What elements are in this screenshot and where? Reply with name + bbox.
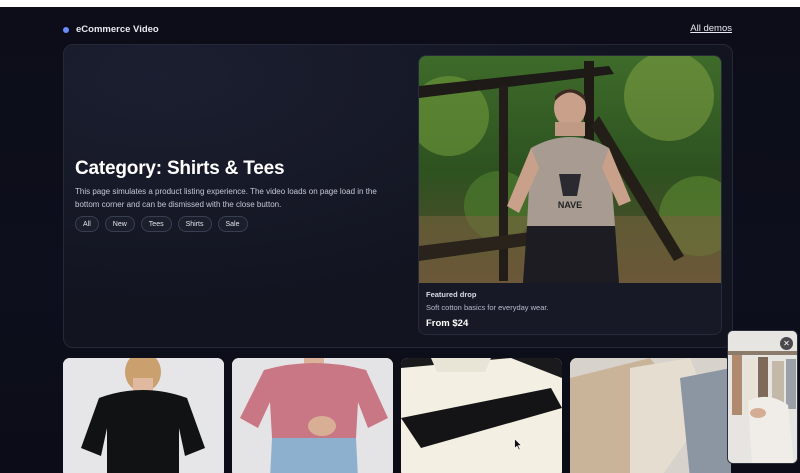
product-image-black-tee	[63, 358, 224, 473]
chip-shirts[interactable]: Shirts	[177, 216, 212, 232]
product-card-folded-tees[interactable]	[401, 358, 562, 473]
page-title: Category: Shirts & Tees	[75, 158, 285, 179]
product-card-knit-shirts[interactable]	[570, 358, 731, 473]
page-viewport: eCommerce Video All demos Category: Shir…	[0, 7, 800, 473]
brand: eCommerce Video	[63, 24, 159, 35]
hero-description: This page simulates a product listing ex…	[75, 187, 377, 209]
product-card-black-tee[interactable]	[63, 358, 224, 473]
video-popup[interactable]: ✕	[727, 330, 798, 464]
featured-product-card[interactable]: NAVE Featured drop Soft cotton basics fo…	[418, 55, 722, 335]
chip-sale[interactable]: Sale	[217, 216, 248, 232]
featured-price: From $24	[426, 318, 469, 329]
product-card-pink-tee[interactable]	[232, 358, 393, 473]
featured-label: Featured drop	[426, 290, 477, 299]
product-image-pink-tee	[232, 358, 393, 473]
mouse-cursor-icon	[514, 438, 523, 451]
brand-name: eCommerce Video	[76, 24, 159, 35]
category-filter-chips: All New Tees Shirts Sale	[75, 216, 248, 232]
featured-description: Soft cotton basics for everyday wear.	[426, 303, 549, 312]
all-demos-link[interactable]: All demos	[690, 23, 732, 34]
video-frame	[728, 331, 797, 463]
chip-tees[interactable]: Tees	[140, 216, 172, 232]
video-close-button[interactable]: ✕	[780, 337, 793, 350]
featured-product-image: NAVE	[419, 56, 721, 283]
chip-all[interactable]: All	[75, 216, 99, 232]
brand-dot-icon	[63, 26, 69, 33]
product-image-folded-tees	[401, 358, 562, 473]
hero-card: Category: Shirts & Tees This page simula…	[63, 44, 733, 348]
svg-text:NAVE: NAVE	[558, 200, 582, 210]
product-image-knit-shirts	[570, 358, 731, 473]
chip-new[interactable]: New	[104, 216, 135, 232]
